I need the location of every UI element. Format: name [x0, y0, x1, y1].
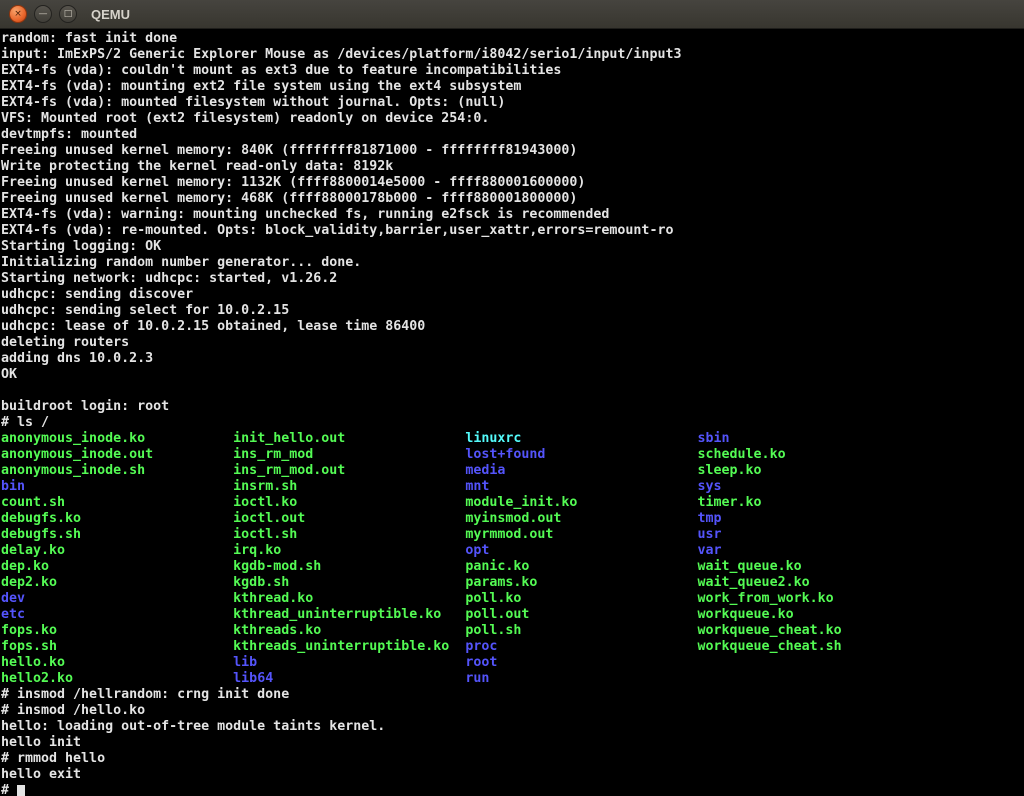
- terminal-line: count.sh ioctl.ko module_init.ko timer.k…: [1, 495, 1024, 511]
- terminal-line: dep2.ko kgdb.sh params.ko wait_queue2.ko: [1, 575, 1024, 591]
- terminal-line: buildroot login: root: [1, 399, 1024, 415]
- terminal-line: hello init: [1, 735, 1024, 751]
- qemu-window: × — □ QEMU random: fast init doneinput: …: [0, 0, 1024, 796]
- terminal-line: EXT4-fs (vda): re-mounted. Opts: block_v…: [1, 223, 1024, 239]
- terminal-line: EXT4-fs (vda): warning: mounting uncheck…: [1, 207, 1024, 223]
- terminal-line: anonymous_inode.ko init_hello.out linuxr…: [1, 431, 1024, 447]
- terminal-line: EXT4-fs (vda): mounted filesystem withou…: [1, 95, 1024, 111]
- terminal-line: # insmod /hello.ko: [1, 703, 1024, 719]
- terminal-line: dev kthread.ko poll.ko work_from_work.ko: [1, 591, 1024, 607]
- terminal-line: [1, 383, 1024, 399]
- close-icon: ×: [14, 10, 22, 19]
- terminal-line: # insmod /hellrandom: crng init done: [1, 687, 1024, 703]
- window-title: QEMU: [91, 7, 130, 22]
- window-controls: × — □: [9, 5, 77, 23]
- console-output: random: fast init doneinput: ImExPS/2 Ge…: [1, 31, 1024, 796]
- terminal-line: adding dns 10.0.2.3: [1, 351, 1024, 367]
- terminal-line: deleting routers: [1, 335, 1024, 351]
- titlebar[interactable]: × — □ QEMU: [0, 0, 1024, 29]
- terminal-line: anonymous_inode.sh ins_rm_mod.out media …: [1, 463, 1024, 479]
- terminal-line: etc kthread_uninterruptible.ko poll.out …: [1, 607, 1024, 623]
- terminal-line: Freeing unused kernel memory: 840K (ffff…: [1, 143, 1024, 159]
- maximize-icon: □: [64, 10, 73, 19]
- terminal-line: Freeing unused kernel memory: 1132K (fff…: [1, 175, 1024, 191]
- terminal-cursor: [17, 785, 25, 796]
- terminal-line: Starting logging: OK: [1, 239, 1024, 255]
- terminal-line: debugfs.sh ioctl.sh myrmmod.out usr: [1, 527, 1024, 543]
- terminal-line: # ls /: [1, 415, 1024, 431]
- terminal-line: anonymous_inode.out ins_rm_mod lost+foun…: [1, 447, 1024, 463]
- terminal-line: Freeing unused kernel memory: 468K (ffff…: [1, 191, 1024, 207]
- terminal-line: EXT4-fs (vda): mounting ext2 file system…: [1, 79, 1024, 95]
- terminal-line: udhcpc: lease of 10.0.2.15 obtained, lea…: [1, 319, 1024, 335]
- terminal-line: EXT4-fs (vda): couldn't mount as ext3 du…: [1, 63, 1024, 79]
- maximize-button[interactable]: □: [59, 5, 77, 23]
- terminal-line: fops.sh kthreads_uninterruptible.ko proc…: [1, 639, 1024, 655]
- terminal-line: dep.ko kgdb-mod.sh panic.ko wait_queue.k…: [1, 559, 1024, 575]
- terminal-line: OK: [1, 367, 1024, 383]
- minimize-button[interactable]: —: [34, 5, 52, 23]
- terminal-line: hello exit: [1, 767, 1024, 783]
- terminal-line: hello2.ko lib64 run: [1, 671, 1024, 687]
- terminal-line: bin insrm.sh mnt sys: [1, 479, 1024, 495]
- terminal-line: hello.ko lib root: [1, 655, 1024, 671]
- terminal-line: random: fast init done: [1, 31, 1024, 47]
- terminal-line: #: [1, 783, 1024, 796]
- close-button[interactable]: ×: [9, 5, 27, 23]
- terminal-line: delay.ko irq.ko opt var: [1, 543, 1024, 559]
- terminal-line: Starting network: udhcpc: started, v1.26…: [1, 271, 1024, 287]
- terminal-line: debugfs.ko ioctl.out myinsmod.out tmp: [1, 511, 1024, 527]
- terminal-line: Write protecting the kernel read-only da…: [1, 159, 1024, 175]
- terminal-line: fops.ko kthreads.ko poll.sh workqueue_ch…: [1, 623, 1024, 639]
- terminal-line: devtmpfs: mounted: [1, 127, 1024, 143]
- terminal-line: # rmmod hello: [1, 751, 1024, 767]
- terminal-line: VFS: Mounted root (ext2 filesystem) read…: [1, 111, 1024, 127]
- terminal-line: hello: loading out-of-tree module taints…: [1, 719, 1024, 735]
- terminal-screen[interactable]: random: fast init doneinput: ImExPS/2 Ge…: [0, 29, 1024, 796]
- terminal-line: Initializing random number generator... …: [1, 255, 1024, 271]
- minimize-icon: —: [39, 10, 48, 19]
- terminal-line: udhcpc: sending select for 10.0.2.15: [1, 303, 1024, 319]
- terminal-line: udhcpc: sending discover: [1, 287, 1024, 303]
- terminal-line: input: ImExPS/2 Generic Explorer Mouse a…: [1, 47, 1024, 63]
